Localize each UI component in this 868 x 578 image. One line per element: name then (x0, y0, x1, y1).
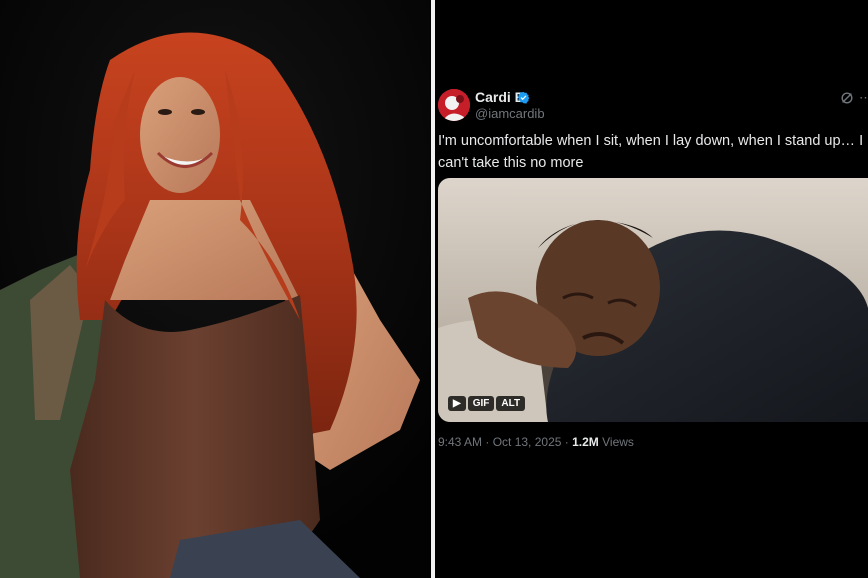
tweet-text: I'm uncomfortable when I sit, when I lay… (438, 133, 864, 171)
tweet-time[interactable]: 9:43 AM (438, 435, 482, 449)
play-icon[interactable]: ▶ (448, 396, 466, 411)
grok-icon[interactable] (840, 91, 854, 105)
meta-separator-2: · (561, 435, 573, 449)
tweet-meta: 9:43 AM · Oct 13, 2025 · 1.2M Views (438, 435, 634, 449)
meta-separator: · (482, 435, 493, 449)
photo-panel (0, 0, 431, 578)
avatar[interactable] (438, 89, 470, 121)
media-controls: ▶ GIF ALT (448, 396, 526, 411)
alt-button[interactable]: ALT (496, 396, 526, 411)
portrait-photo (0, 0, 431, 578)
views-count: 1.2M (572, 435, 599, 449)
verified-badge-icon (517, 91, 530, 104)
views-label: Views (598, 435, 634, 449)
more-icon[interactable]: ⋯ (859, 90, 868, 106)
tweet-card: Cardi B @iamcardib ⋯ I'm uncomfortable w… (435, 0, 868, 578)
tweet-date[interactable]: Oct 13, 2025 (493, 435, 562, 449)
gif-badge: GIF (467, 396, 495, 411)
gif-media[interactable]: ▶ GIF ALT (438, 178, 868, 422)
handle[interactable]: @iamcardib (475, 106, 545, 121)
gif-frame (438, 178, 868, 422)
face (140, 77, 220, 193)
